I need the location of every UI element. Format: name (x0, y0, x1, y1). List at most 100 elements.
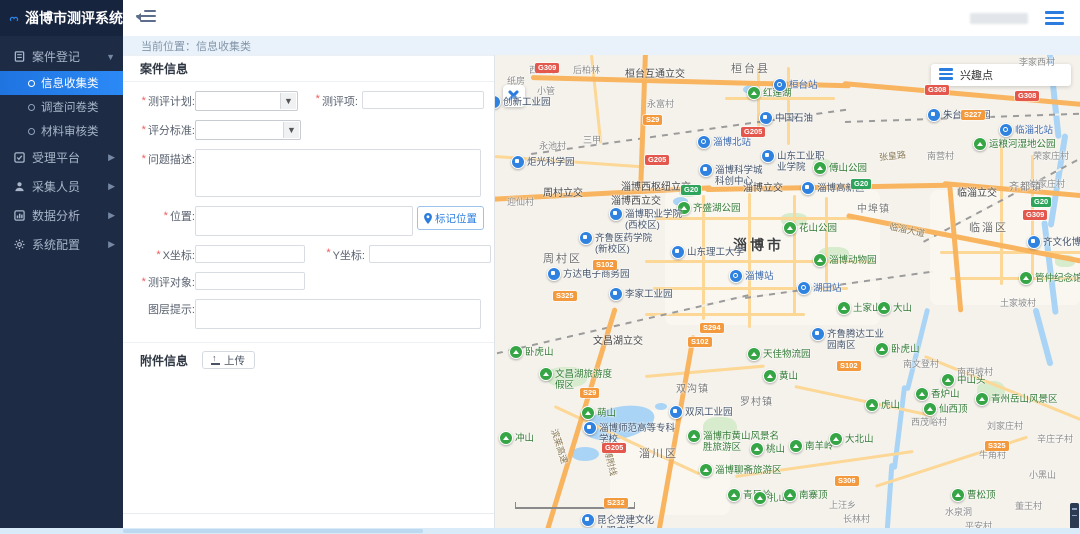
sidebar-item-material-review[interactable]: 材料审核类 (0, 119, 123, 143)
green-poi-marker-icon[interactable] (581, 406, 595, 420)
map-poi-bpoi[interactable]: 淄博职业学院(西校区) (609, 209, 693, 232)
green-poi-marker-icon[interactable] (750, 442, 764, 456)
blue-poi-marker-icon[interactable] (1027, 235, 1041, 249)
sidebar-item-data-analysis[interactable]: 数据分析 ▶ (0, 201, 123, 230)
sidebar-item-case-register[interactable]: 案件登记 ▼ (0, 42, 123, 71)
map-poi-gpoi[interactable]: 大山 (877, 303, 912, 315)
station-marker-icon[interactable] (999, 123, 1013, 137)
map-poi-gpoi[interactable]: 文昌湖旅游度假区 (539, 369, 617, 392)
horizontal-scrollbar[interactable] (0, 528, 1080, 534)
map-poi-gpoi[interactable]: 卧虎山 (509, 347, 554, 359)
green-poi-marker-icon[interactable] (509, 345, 523, 359)
map-poi-gpoi[interactable]: 黄山 (763, 371, 798, 383)
map-zoom-control[interactable] (1070, 503, 1079, 528)
station-marker-icon[interactable] (773, 78, 787, 92)
map-poi-stpoi[interactable]: 临淄北站 (999, 125, 1053, 137)
green-poi-marker-icon[interactable] (1019, 271, 1033, 285)
map-poi-gpoi[interactable]: 香炉山 (915, 389, 960, 401)
green-poi-marker-icon[interactable] (813, 253, 827, 267)
map-poi-gpoi[interactable]: 仙西顶 (923, 404, 968, 416)
map-poi-bpoi[interactable]: 淄博师范高等专科学校 (583, 423, 675, 446)
sidebar-item-collectors[interactable]: 采集人员 ▶ (0, 172, 123, 201)
green-poi-marker-icon[interactable] (915, 387, 929, 401)
sidebar-item-survey[interactable]: 调查问卷类 (0, 95, 123, 119)
blue-poi-marker-icon[interactable] (511, 155, 525, 169)
map-poi-gpoi[interactable]: 曹松顶 (951, 490, 996, 502)
green-poi-marker-icon[interactable] (877, 301, 891, 315)
plan-select[interactable]: ▼ (195, 91, 298, 111)
blue-poi-marker-icon[interactable] (609, 207, 623, 221)
green-poi-marker-icon[interactable] (941, 373, 955, 387)
green-poi-marker-icon[interactable] (973, 137, 987, 151)
map-poi-bpoi[interactable]: 中国石油 (759, 113, 813, 125)
item-input[interactable] (362, 91, 484, 109)
map-poi-gpoi[interactable]: 萌山 (581, 408, 616, 420)
layer-hint-input[interactable] (195, 299, 481, 329)
green-poi-marker-icon[interactable] (747, 347, 761, 361)
blue-poi-marker-icon[interactable] (494, 95, 501, 109)
map-poi-gpoi[interactable]: 桃山 (750, 444, 785, 456)
station-marker-icon[interactable] (797, 281, 811, 295)
mark-location-button[interactable]: 标记位置 (417, 206, 484, 230)
blue-poi-marker-icon[interactable] (583, 421, 597, 435)
station-marker-icon[interactable] (729, 269, 743, 283)
map-poi-bpoi[interactable]: 双凤工业园 (669, 407, 733, 419)
upload-button[interactable]: 上传 (202, 351, 255, 369)
menu-fold-icon[interactable] (136, 10, 156, 26)
map-poi-gpoi[interactable]: 管仲纪念馆 (1019, 273, 1080, 285)
green-poi-marker-icon[interactable] (499, 431, 513, 445)
map-poi-gpoi[interactable]: 南寨顶 (783, 490, 828, 502)
map-poi-gpoi[interactable]: 天佳物流园 (747, 349, 811, 361)
map-poi-bpoi[interactable]: 齐鲁腾达工业园南区 (811, 329, 889, 352)
hamburger-menu-icon[interactable] (1045, 11, 1064, 28)
map-poi-stpoi[interactable]: 淄博北站 (697, 137, 751, 149)
y-coordinate-input[interactable] (369, 245, 491, 263)
blue-poi-marker-icon[interactable] (547, 267, 561, 281)
map-poi-gpoi[interactable]: 冲山 (499, 433, 534, 445)
blue-poi-marker-icon[interactable] (801, 181, 815, 195)
location-input[interactable] (195, 206, 413, 236)
green-poi-marker-icon[interactable] (829, 432, 843, 446)
blue-poi-marker-icon[interactable] (699, 163, 713, 177)
standard-select[interactable]: ▼ (195, 120, 301, 140)
map-poi-bpoi[interactable]: 淄博科学城科创中心 (699, 165, 769, 188)
map-poi-gpoi[interactable]: 中山头 (941, 375, 986, 387)
green-poi-marker-icon[interactable] (837, 301, 851, 315)
map-poi-bpoi[interactable]: 齐鲁医药学院(新校区) (579, 233, 663, 256)
map-poi-gpoi[interactable]: 淄博聊斋旅游区 (699, 465, 782, 477)
map-poi-gpoi[interactable]: 花山公园 (783, 223, 837, 235)
scrollbar-thumb[interactable] (123, 529, 423, 533)
map-poi-bpoi[interactable]: 山东理工大学 (671, 247, 744, 259)
sidebar-item-info-collect[interactable]: 信息收集类 (0, 71, 123, 95)
map-poi-stpoi[interactable]: 淄博站 (729, 271, 774, 283)
description-textarea[interactable] (195, 149, 481, 197)
map-poi-stpoi[interactable]: 桓台站 (773, 80, 818, 92)
green-poi-marker-icon[interactable] (923, 402, 937, 416)
map-poi-bpoi[interactable]: 齐文化博物院 (1027, 237, 1080, 249)
green-poi-marker-icon[interactable] (763, 369, 777, 383)
blue-poi-marker-icon[interactable] (579, 231, 593, 245)
green-poi-marker-icon[interactable] (687, 429, 701, 443)
map-poi-gpoi[interactable]: 土家山 (837, 303, 882, 315)
green-poi-marker-icon[interactable] (783, 221, 797, 235)
map-poi-gpoi[interactable]: 虎山 (865, 400, 900, 412)
green-poi-marker-icon[interactable] (747, 86, 761, 100)
green-poi-marker-icon[interactable] (753, 491, 767, 505)
map-poi-bpoi[interactable]: 创新工业园 (494, 97, 551, 109)
blue-poi-marker-icon[interactable] (759, 111, 773, 125)
green-poi-marker-icon[interactable] (951, 488, 965, 502)
evaluation-object-input[interactable] (195, 272, 305, 290)
blue-poi-marker-icon[interactable] (671, 245, 685, 259)
map-poi-bpoi[interactable]: 方达电子商务园 (547, 269, 630, 281)
blue-poi-marker-icon[interactable] (811, 327, 825, 341)
green-poi-marker-icon[interactable] (865, 398, 879, 412)
map-poi-gpoi[interactable]: 淄博动物园 (813, 255, 877, 267)
blue-poi-marker-icon[interactable] (669, 405, 683, 419)
green-poi-marker-icon[interactable] (975, 392, 989, 406)
map-poi-bpoi[interactable]: 李家工业园 (609, 289, 673, 301)
map-canvas[interactable]: 兴趣点 西丘村纸房小管后柏林永富村三甲永池村迎仙村李家西村南营村荣家庄村崔家庄村… (494, 55, 1080, 528)
map-poi-bpoi[interactable]: 炬光科学园 (511, 157, 575, 169)
green-poi-marker-icon[interactable] (699, 463, 713, 477)
green-poi-marker-icon[interactable] (539, 367, 553, 381)
map-poi-gpoi[interactable]: 南羊岭 (789, 441, 834, 453)
